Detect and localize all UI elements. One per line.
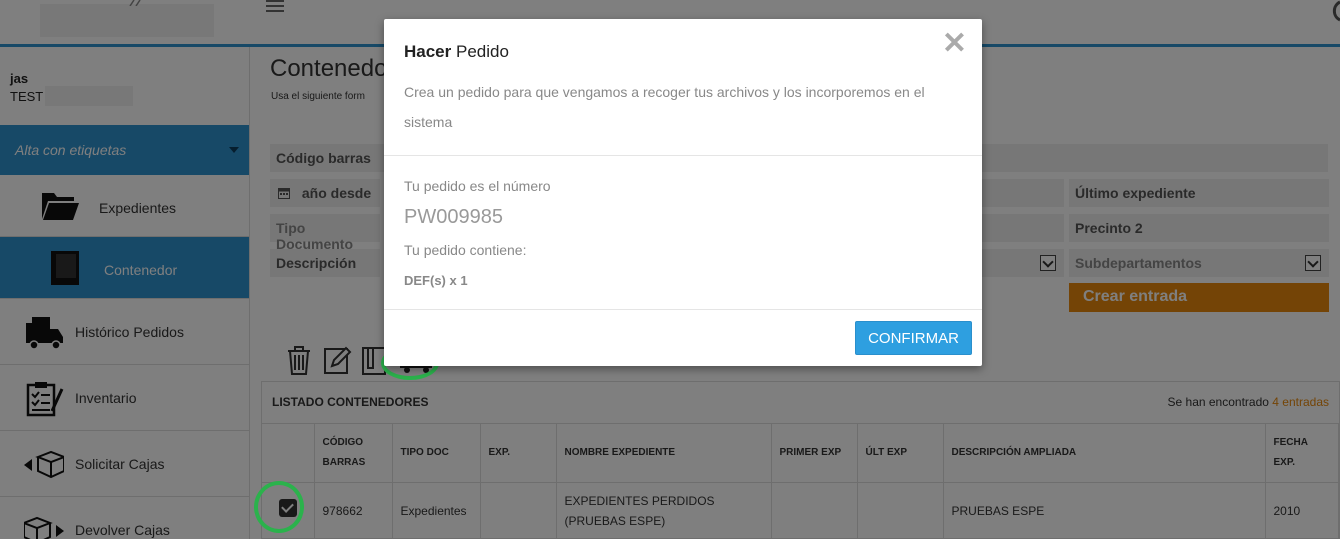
- modal-title: Hacer Pedido: [404, 42, 509, 62]
- hacer-pedido-modal: Hacer Pedido ✕ Crea un pedido para que v…: [384, 19, 982, 366]
- order-contents-label: Tu pedido contiene:: [404, 242, 527, 258]
- modal-description: Crea un pedido para que vengamos a recog…: [404, 84, 925, 130]
- modal-header: Hacer Pedido ✕ Crea un pedido para que v…: [384, 19, 982, 156]
- modal-title-bold: Hacer: [404, 42, 452, 61]
- order-number: PW009985: [404, 206, 503, 228]
- highlight-ring-checkbox: [254, 481, 304, 533]
- modal-body: Tu pedido es el número PW009985 Tu pedid…: [384, 156, 982, 310]
- order-number-label: Tu pedido es el número: [404, 178, 551, 194]
- order-contents: DEF(s) x 1: [404, 273, 468, 288]
- modal-title-rest: Pedido: [451, 42, 509, 61]
- close-icon[interactable]: ✕: [942, 29, 967, 59]
- confirmar-button[interactable]: CONFIRMAR: [855, 321, 972, 355]
- modal-footer: CONFIRMAR: [384, 310, 982, 365]
